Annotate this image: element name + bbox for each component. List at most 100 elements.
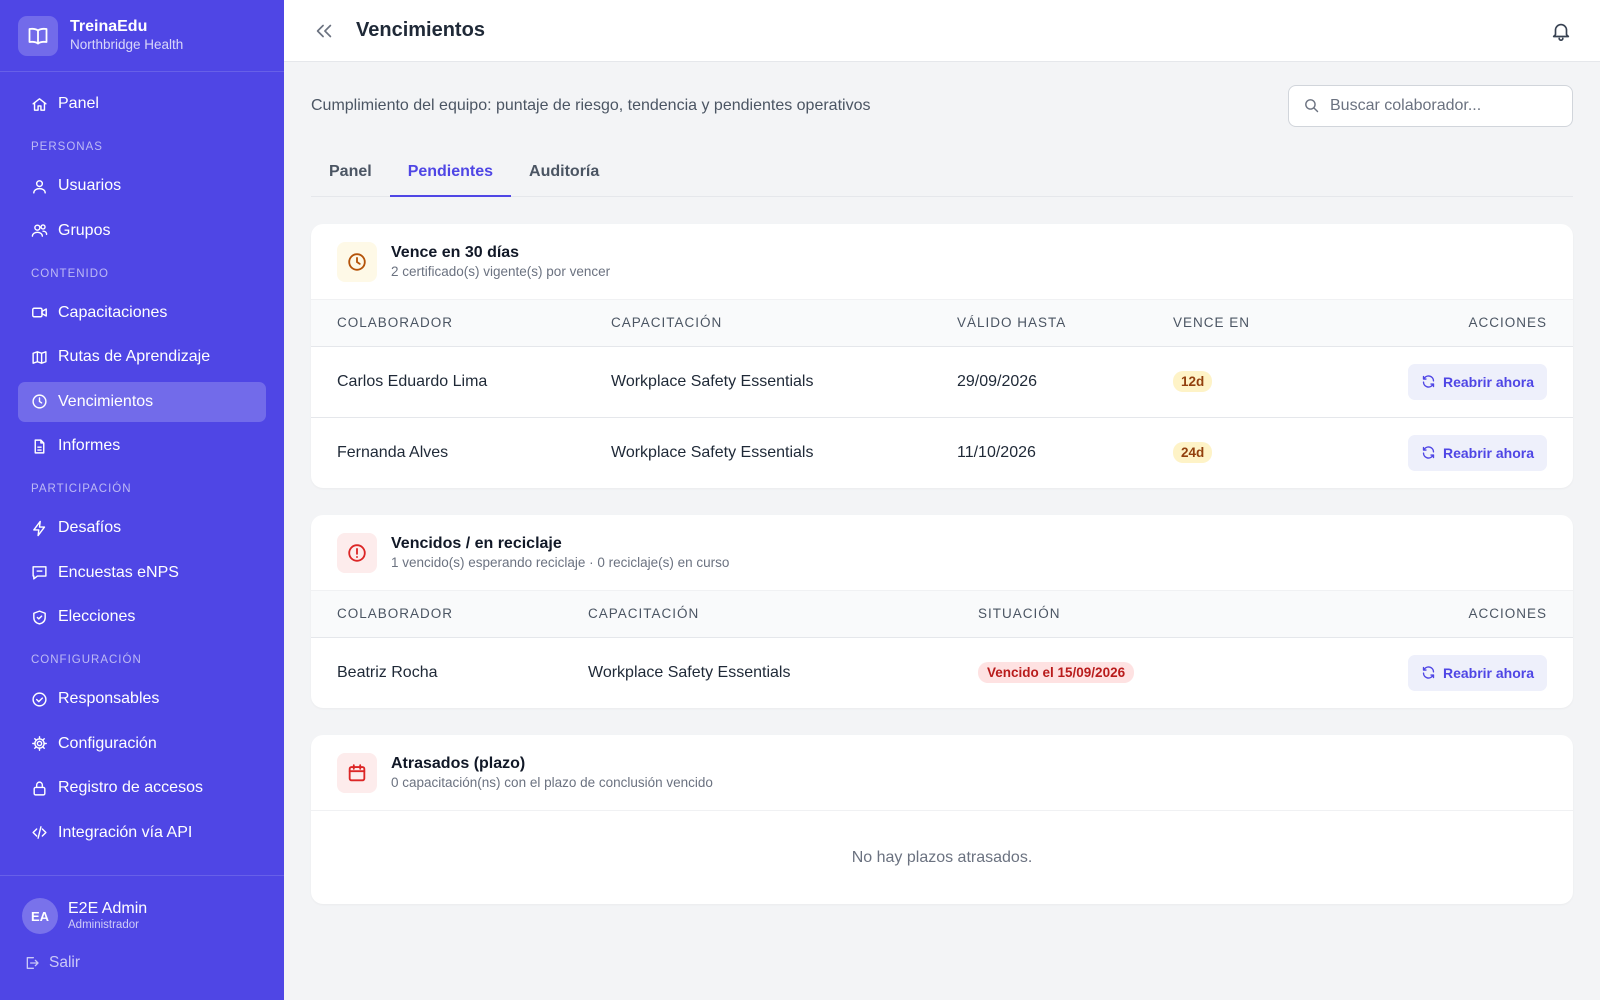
sidebar-item-integracion-api[interactable]: Integración vía API (18, 813, 266, 853)
check-circle-icon (32, 691, 47, 707)
overdue-card: Atrasados (plazo) 0 capacitación(ns) con… (311, 735, 1573, 904)
code-icon (32, 826, 47, 839)
collapse-sidebar-button[interactable] (312, 19, 336, 43)
card-subtitle: 0 capacitación(ns) con el plazo de concl… (391, 774, 713, 790)
empty-state: No hay plazos atrasados. (851, 848, 1033, 866)
actions-cell: Reabrir ahora (1276, 637, 1573, 708)
topbar: Vencimientos (284, 0, 1600, 62)
training-cell: Workplace Safety Essentials (588, 663, 791, 681)
section-contenido: CONTENIDO (31, 267, 109, 280)
column-header: VÁLIDO HASTA (931, 300, 1147, 347)
lock-icon (33, 780, 46, 796)
due-in-cell: 12d (1147, 346, 1319, 418)
training-cell: Workplace Safety Essentials (585, 346, 931, 418)
column-header: COLABORADOR (311, 591, 562, 638)
actions-cell: Reabrir ahora (1318, 346, 1573, 418)
column-header: ACCIONES (1318, 300, 1573, 347)
bolt-icon (33, 520, 46, 536)
training-cell: Workplace Safety Essentials (611, 443, 814, 461)
sidebar-item-capacitaciones[interactable]: Capacitaciones (18, 293, 266, 333)
expired-card: Vencidos / en reciclaje 1 vencido(s) esp… (311, 515, 1573, 708)
column-header: SITUACIÓN (952, 591, 1276, 638)
reopen-label: Reabrir ahora (1442, 664, 1534, 681)
tab-pendientes[interactable]: Pendientes (389, 149, 512, 197)
sidebar-item-configuracion[interactable]: Configuración (18, 724, 266, 764)
card-title: Atrasados (plazo) (391, 754, 526, 772)
clock-icon (337, 241, 377, 282)
calendar-icon (337, 752, 377, 793)
gear-icon (32, 736, 47, 751)
sidebar-item-responsables[interactable]: Responsables (18, 679, 266, 719)
alert-circle-icon (337, 532, 377, 573)
subheader: Cumplimiento del equipo: puntaje de ries… (311, 62, 1573, 149)
sidebar-item-rutas[interactable]: Rutas de Aprendizaje (18, 337, 266, 377)
search-icon (1305, 99, 1319, 113)
reopen-label: Reabrir ahora (1442, 444, 1534, 461)
sidebar-item-encuestas[interactable]: Encuestas eNPS (18, 553, 266, 593)
card-header: Vence en 30 días 2 certificado(s) vigent… (311, 224, 1573, 300)
chat-icon (32, 566, 47, 580)
refresh-icon (1422, 375, 1435, 388)
sidebar-item-label: Elecciones (58, 608, 136, 625)
section-participacion: PARTICIPACIÓN (31, 483, 132, 495)
tab-panel[interactable]: Panel (311, 149, 390, 197)
reopen-button[interactable]: Reabrir ahora (1407, 434, 1547, 471)
table-row: Beatriz Rocha Workplace Safety Essential… (311, 637, 1573, 708)
sidebar-item-label: Integración vía API (58, 823, 193, 841)
sidebar-item-label: Grupos (58, 221, 111, 239)
collaborator-cell: Carlos Eduardo Lima (311, 346, 585, 418)
tab-auditoria[interactable]: Auditoría (511, 149, 617, 197)
card-header: Vencidos / en reciclaje 1 vencido(s) esp… (311, 515, 1573, 591)
org-name: Northbridge Health (70, 37, 184, 52)
sidebar-item-vencimientos[interactable]: Vencimientos (18, 381, 266, 422)
sidebar: TreinaEdu Northbridge Health Panel PERSO… (0, 0, 284, 1000)
sidebar-item-registro-accesos[interactable]: Registro de accesos (18, 768, 266, 808)
app-name: TreinaEdu (70, 18, 148, 35)
sidebar-item-informes[interactable]: Informes (18, 426, 266, 466)
sidebar-item-panel[interactable]: Panel (18, 84, 266, 124)
logout-button[interactable]: Salir (0, 954, 284, 972)
card-subtitle: 2 certificado(s) vigente(s) por vencer (391, 263, 611, 279)
notifications-button[interactable] (1550, 20, 1572, 42)
actions-cell: Reabrir ahora (1319, 417, 1573, 488)
search-input[interactable] (1330, 96, 1558, 115)
refresh-icon (1422, 446, 1435, 459)
shield-icon (33, 609, 46, 625)
user-profile[interactable]: EA E2E Admin Administrador (0, 876, 284, 934)
map-icon (32, 350, 47, 364)
reopen-label: Reabrir ahora (1442, 373, 1534, 390)
user-role: Administrador (68, 919, 139, 931)
sidebar-item-desafios[interactable]: Desafíos (18, 508, 266, 548)
table-row: Fernanda Alves Workplace Safety Essentia… (311, 417, 1573, 488)
card-title: Vencidos / en reciclaje (391, 534, 562, 552)
document-icon (34, 438, 45, 454)
sidebar-item-elecciones[interactable]: Elecciones (18, 597, 266, 637)
expired-table: COLABORADOR CAPACITACIÓN SITUACIÓN ACCIO… (311, 591, 1573, 708)
status-cell: Vencido el 15/09/2026 (952, 637, 1276, 708)
sidebar-item-label: Rutas de Aprendizaje (58, 348, 211, 365)
sidebar-item-label: Vencimientos (58, 392, 154, 410)
sidebar-nav: Panel PERSONAS Usuarios Grupos CONTENIDO… (0, 72, 284, 853)
column-header: CAPACITACIÓN (585, 300, 931, 347)
search-box (1288, 84, 1573, 127)
due-badge: 12d (1173, 371, 1213, 392)
sidebar-footer: EA E2E Admin Administrador Salir (0, 875, 284, 1000)
collaborator-cell: Fernanda Alves (337, 443, 449, 461)
refresh-icon (1422, 666, 1435, 679)
clock-icon (32, 394, 47, 409)
status-badge: Vencido el 15/09/2026 (978, 662, 1135, 684)
reopen-button[interactable]: Reabrir ahora (1407, 654, 1547, 691)
sidebar-item-label: Usuarios (58, 177, 122, 194)
tab-bar: Panel Pendientes Auditoría (311, 149, 1573, 197)
sidebar-item-label: Panel (58, 95, 99, 112)
column-header: COLABORADOR (311, 300, 585, 347)
column-header: ACCIONES (1275, 591, 1573, 638)
reopen-button[interactable]: Reabrir ahora (1407, 363, 1547, 400)
avatar: EA (22, 898, 58, 934)
sidebar-item-grupos[interactable]: Grupos (18, 211, 266, 251)
sidebar-item-usuarios[interactable]: Usuarios (18, 166, 266, 206)
sidebar-item-label: Capacitaciones (58, 303, 168, 321)
section-configuracion: CONFIGURACIÓN (31, 654, 142, 666)
card-header: Atrasados (plazo) 0 capacitación(ns) con… (311, 735, 1573, 811)
table-row: Carlos Eduardo Lima Workplace Safety Ess… (311, 346, 1573, 418)
